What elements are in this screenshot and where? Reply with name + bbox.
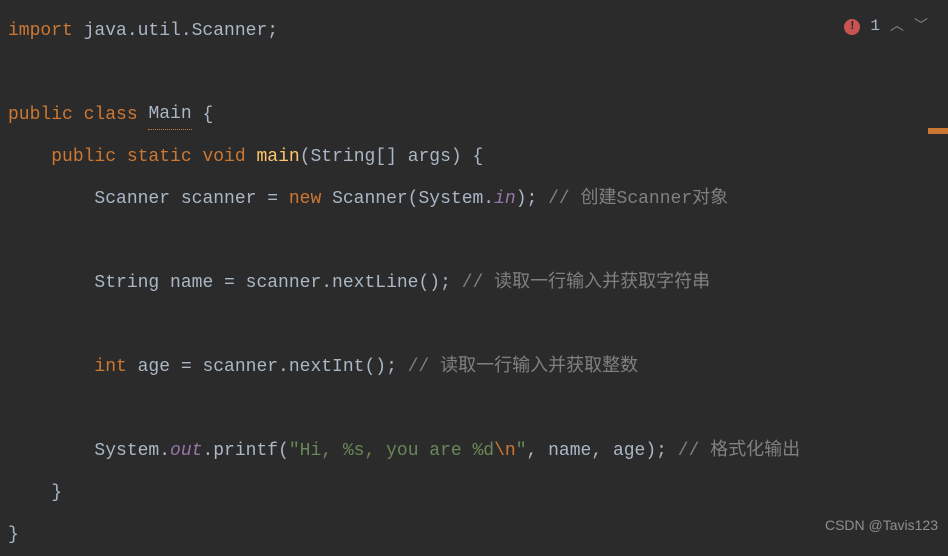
code-line: } — [8, 472, 948, 514]
indent — [8, 143, 51, 172]
indent — [8, 437, 94, 466]
line-comment: // 格式化输出 — [678, 437, 800, 466]
line-comment: // 创建Scanner对象 — [548, 185, 728, 214]
code-line: public static void main(String[] args) { — [8, 136, 948, 178]
keyword-public: public — [8, 101, 73, 130]
semicolon: ; — [267, 17, 278, 46]
code-line: public class Main { — [8, 94, 948, 136]
method-name: main — [246, 143, 300, 172]
chevron-down-icon[interactable]: ﹀ — [914, 16, 928, 38]
code-line: System.out.printf("Hi, %s, you are %d\n"… — [8, 430, 948, 472]
error-icon: ! — [844, 19, 860, 35]
method-call: .printf( — [202, 437, 288, 466]
declaration: age = scanner.nextInt() — [127, 353, 386, 382]
keyword-static: static — [116, 143, 202, 172]
declaration: String name = scanner.nextLine() — [94, 269, 440, 298]
code-line: } — [8, 514, 948, 556]
problems-indicator[interactable]: ! 1 ︿ ﹀ — [844, 14, 928, 40]
semicolon: ; — [527, 185, 549, 214]
escape-sequence: \n — [494, 437, 516, 466]
error-stripe-marker[interactable] — [928, 128, 948, 134]
method-params: (String[] args) { — [300, 143, 484, 172]
package-path: java.util.Scanner — [73, 17, 267, 46]
code-line: int age = scanner.nextInt(); // 读取一行输入并获… — [8, 346, 948, 388]
keyword-new: new — [289, 185, 321, 214]
string-literal: " — [516, 437, 527, 466]
code-line: String name = scanner.nextLine(); // 读取一… — [8, 262, 948, 304]
indent — [8, 479, 51, 508]
code-editor[interactable]: import java.util.Scanner; public class M… — [0, 0, 948, 556]
blank-line — [8, 304, 948, 346]
blank-line — [8, 52, 948, 94]
line-comment: // 读取一行输入并获取整数 — [408, 353, 638, 382]
string-literal: "Hi, %s, you are %d — [289, 437, 494, 466]
semicolon: ; — [440, 269, 462, 298]
error-count: 1 — [870, 14, 880, 40]
semicolon: ; — [656, 437, 678, 466]
keyword-void: void — [202, 143, 245, 172]
close-brace: } — [51, 479, 62, 508]
keyword-public: public — [51, 143, 116, 172]
constructor-call: Scanner(System. — [321, 185, 494, 214]
keyword-import: import — [8, 17, 73, 46]
line-comment: // 读取一行输入并获取字符串 — [462, 269, 710, 298]
indent — [8, 185, 94, 214]
watermark-text: CSDN @Tavis123 — [825, 514, 938, 536]
close-brace: } — [8, 521, 19, 550]
semicolon: ; — [386, 353, 408, 382]
open-brace: { — [192, 101, 214, 130]
blank-line — [8, 220, 948, 262]
static-field: in — [494, 185, 516, 214]
static-field: out — [170, 437, 202, 466]
system-class: System. — [94, 437, 170, 466]
close-paren: ) — [516, 185, 527, 214]
arguments: , name, age) — [527, 437, 657, 466]
code-line: import java.util.Scanner; — [8, 10, 948, 52]
chevron-up-icon[interactable]: ︿ — [890, 16, 904, 38]
code-line: Scanner scanner = new Scanner(System.in)… — [8, 178, 948, 220]
keyword-int: int — [94, 353, 126, 382]
keyword-class: class — [73, 101, 149, 130]
indent — [8, 353, 94, 382]
blank-line — [8, 388, 948, 430]
class-name: Main — [148, 100, 191, 130]
indent — [8, 269, 94, 298]
declaration: Scanner scanner = — [94, 185, 288, 214]
